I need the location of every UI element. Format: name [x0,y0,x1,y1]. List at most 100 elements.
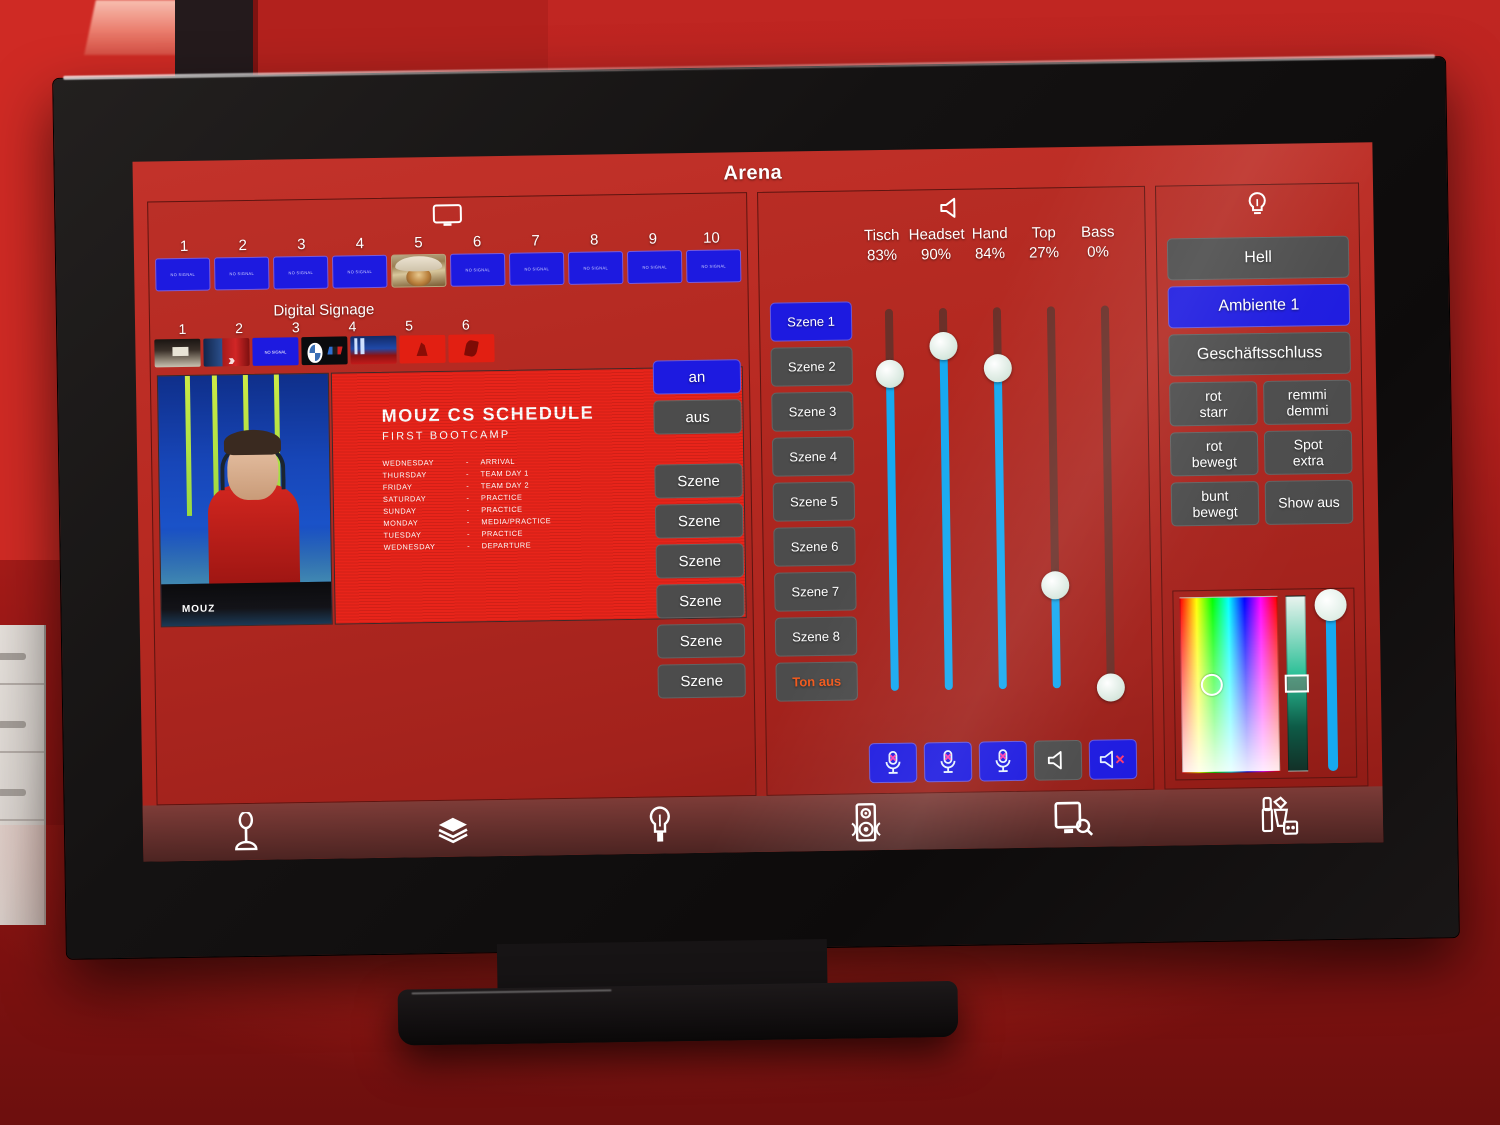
speaker-icon [851,802,882,842]
display-scene-button[interactable]: Szene [656,623,746,659]
fader-header: Tisch 83% [855,227,910,265]
display-number: 4 [355,235,365,253]
light-preset-ambiente-1[interactable]: Ambiente 1 [1167,283,1351,329]
display-tile[interactable]: NO SIGNAL [331,254,388,289]
display-number: 3 [296,236,306,254]
schedule-subtitle: FIRST BOOTCAMP [381,428,511,443]
audio-scene-button[interactable]: Szene 6 [773,526,856,567]
audio-scene-button[interactable]: Szene 3 [771,391,854,432]
fader-value: 90% [920,245,952,264]
nav-audio[interactable] [763,800,970,845]
display-side-buttons: an aus Szene Szene Szene Szene Szene Sze… [652,359,746,699]
schedule-title: MOUZ CS SCHEDULE [381,402,595,426]
displays-panel: 1 2 3 4 5 6 7 8 9 10 NO SIGNAL NO SIGNAL [147,192,757,806]
signage-number: 1 [178,320,187,338]
fader-bass[interactable] [1078,305,1138,702]
signage-thumbnail[interactable] [203,337,250,367]
display-number: 10 [702,229,720,247]
fader-hand[interactable] [970,307,1030,690]
signage-thumbnail[interactable] [399,334,446,364]
display-tile[interactable]: NO SIGNAL [567,251,624,285]
nav-light[interactable] [556,803,763,848]
signage-number: 5 [405,317,414,334]
light-effect-rot-bewegt[interactable]: rot bewegt [1169,431,1259,477]
brightness-slider[interactable] [1313,588,1350,772]
display-tile[interactable]: NO SIGNAL [626,250,683,284]
signage-number: 4 [348,318,357,335]
mic-muted-button-2[interactable] [923,741,973,783]
display-tile[interactable]: NO SIGNAL [685,249,742,284]
audio-scene-list: Szene 1 Szene 2 Szene 3 Szene 4 Szene 5 … [769,301,859,702]
lightbulb-icon [649,806,670,842]
display-scene-button[interactable]: Szene [654,503,744,539]
signage-thumbnail[interactable] [448,334,495,363]
audio-scene-button[interactable]: Szene 2 [770,346,854,387]
light-preset-hell[interactable]: Hell [1166,235,1350,281]
nav-catering[interactable] [1176,792,1383,839]
speaker-icon [758,187,1145,229]
wall-panel-mid [258,0,548,75]
display-scene-button[interactable]: Szene [655,543,745,579]
nav-joystick[interactable] [143,810,350,853]
value-bar[interactable] [1284,595,1309,772]
display-icon [1054,801,1094,836]
mic-muted-button-1[interactable] [868,742,918,784]
audio-scene-button[interactable]: Szene 7 [774,571,857,612]
light-effect-show-aus[interactable]: Show aus [1264,479,1354,526]
light-panel: Hell Ambiente 1 Geschäftsschluss rot sta… [1154,182,1369,790]
display-tile[interactable]: NO SIGNAL [508,251,565,286]
signage-thumbnail[interactable] [154,338,201,368]
value-cursor[interactable] [1284,674,1309,693]
signage-number: 2 [235,320,244,337]
fader-value: 0% [1087,243,1109,261]
light-effects: rot starr remmi demmi rot bewegt Spot ex… [1169,379,1354,527]
light-presets: Hell Ambiente 1 Geschäftsschluss rot sta… [1166,235,1354,527]
nav-layers[interactable] [349,812,556,845]
speaker-muted-button[interactable] [1088,739,1138,780]
light-effect-bunt-bewegt[interactable]: bunt bewegt [1170,481,1260,527]
display-tile[interactable]: NO SIGNAL [272,255,329,290]
display-number: 5 [414,234,423,252]
audio-scene-button[interactable]: Szene 8 [774,616,858,657]
brightness-knob[interactable] [1314,588,1347,622]
display-off-button[interactable]: aus [653,399,742,435]
fader-value: 83% [866,246,898,265]
signage-thumbnail[interactable]: NO SIGNAL [252,337,299,366]
mic-muted-button-3[interactable] [978,740,1028,782]
fader-headset[interactable] [916,307,976,691]
nav-display[interactable] [969,797,1176,840]
display-scene-button[interactable]: Szene [657,663,746,699]
fader-top[interactable] [1024,306,1084,689]
display-number: 9 [648,230,658,248]
display-tile-active[interactable] [390,253,447,288]
light-preset-geschaeftsschluss[interactable]: Geschäftsschluss [1168,331,1351,377]
display-on-button[interactable]: an [652,359,742,395]
display-number: 7 [531,232,540,250]
fader-headers: Tisch 83% Headset 90% Hand 84% Top 27% B… [851,223,1146,265]
display-tile[interactable]: NO SIGNAL [449,252,506,287]
mouz-logo: MOUZ [181,603,216,615]
fader-value: 84% [974,245,1006,263]
speaker-button[interactable] [1033,739,1083,781]
display-scene-button[interactable]: Szene [656,583,745,619]
signage-number: 3 [291,319,300,336]
audio-scene-button[interactable]: Szene 5 [772,481,856,522]
light-effect-rot-starr[interactable]: rot starr [1169,381,1258,427]
saturation-value-field[interactable] [1179,595,1281,774]
signage-thumbnail[interactable] [301,336,348,366]
drinks-icon [1261,796,1298,835]
mute-all-button[interactable]: Ton aus [775,661,859,702]
light-effect-spot-extra[interactable]: Spot extra [1263,429,1353,476]
light-effect-remmi-demmi[interactable]: remmi demmi [1263,379,1352,426]
fader-header: Bass 0% [1071,223,1126,261]
display-tile[interactable]: NO SIGNAL [155,257,211,292]
audio-faders [862,305,1144,702]
audio-scene-button[interactable]: Szene 4 [771,436,855,477]
color-cursor[interactable] [1200,673,1223,697]
display-scene-button[interactable]: Szene [654,463,743,499]
fader-tisch[interactable] [862,308,922,691]
audio-panel: Tisch 83% Headset 90% Hand 84% Top 27% B… [757,185,1155,796]
display-tile[interactable]: NO SIGNAL [213,256,270,291]
audio-scene-button[interactable]: Szene 1 [769,301,853,342]
signage-thumbnail[interactable] [350,335,397,365]
